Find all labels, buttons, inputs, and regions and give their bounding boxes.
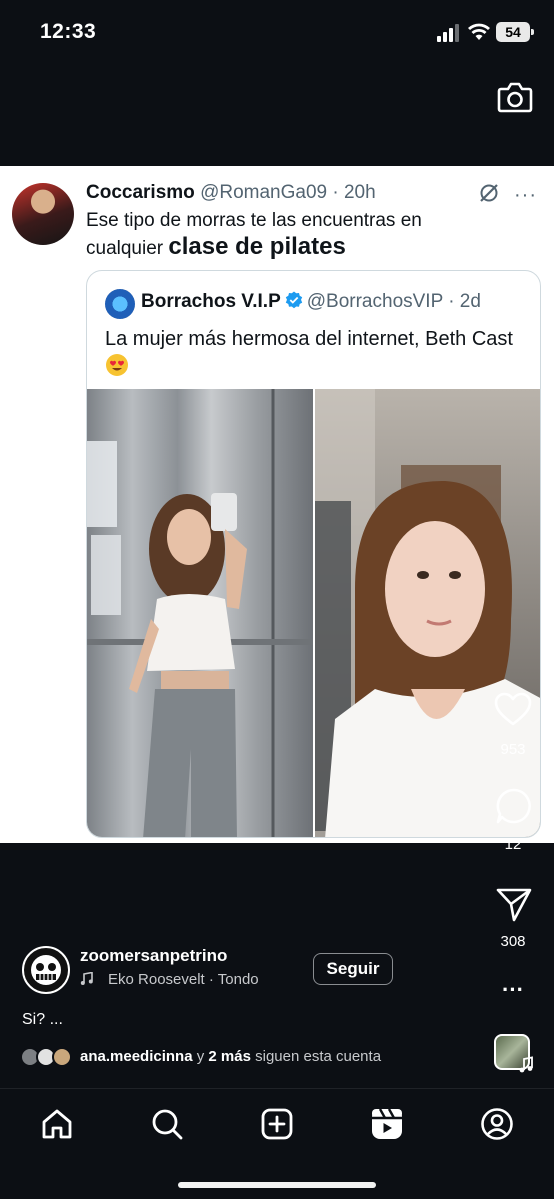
clock: 12:33: [40, 20, 97, 43]
comment-icon[interactable]: [494, 786, 534, 826]
quoted-handle-time: @BorrachosVIP · 2d: [306, 291, 481, 312]
home-icon[interactable]: [40, 1107, 74, 1141]
comment-count: 12: [504, 836, 522, 853]
tweet-header: Coccarismo @RomanGa09 · 20h: [86, 182, 376, 204]
profile-icon[interactable]: [480, 1107, 514, 1141]
mutual-followers-text[interactable]: ana.meedicinna y 2 más siguen esta cuent…: [80, 1048, 381, 1065]
mutual-avatar: [52, 1047, 72, 1067]
quoted-author-avatar: [105, 289, 135, 319]
create-icon[interactable]: [260, 1107, 294, 1141]
search-icon[interactable]: [150, 1107, 184, 1141]
audio-note-icon: [519, 1056, 533, 1073]
account-username[interactable]: zoomersanpetrino: [80, 946, 227, 966]
tweet-handle-time: @RomanGa09 · 20h: [200, 182, 376, 203]
share-icon[interactable]: [494, 884, 534, 924]
account-avatar[interactable]: [22, 946, 70, 994]
status-bar: 12:33 54: [0, 0, 554, 66]
photo-mirror-selfie: [87, 389, 313, 837]
audio-track[interactable]: Eko Roosevelt · Tondo: [80, 971, 259, 988]
home-indicator: [178, 1182, 376, 1188]
grok-icon: [480, 184, 498, 202]
reel-media[interactable]: Coccarismo @RomanGa09 · 20h ··· Ese tipo…: [0, 166, 554, 843]
audio-track-label: Eko Roosevelt · Tondo: [108, 971, 259, 988]
reels-icon[interactable]: [370, 1107, 404, 1141]
like-count: 953: [500, 741, 526, 758]
quoted-tweet-text: La mujer más hermosa del internet, Beth …: [105, 325, 525, 381]
camera-icon[interactable]: [497, 80, 533, 114]
tweet-author-avatar: [12, 183, 74, 245]
tweet-more-icon: ···: [514, 184, 537, 206]
more-options-icon[interactable]: ···: [483, 977, 543, 1003]
battery-indicator: 54: [496, 22, 534, 42]
tweet-overlay-text: clase de pilates: [168, 233, 346, 260]
quoted-tweet-photos: [87, 389, 540, 837]
music-note-icon: [80, 972, 93, 985]
heart-eyes-emoji-icon: [106, 354, 128, 376]
share-count: 308: [500, 933, 526, 950]
cellular-signal-icon: [437, 24, 459, 42]
like-heart-icon[interactable]: [493, 690, 533, 730]
tweet-display-name: Coccarismo: [86, 182, 195, 203]
tweet-text: Ese tipo de morras te las encuentras en …: [86, 210, 422, 260]
quoted-tweet-header: Borrachos V.I.P @BorrachosVIP · 2d: [141, 291, 481, 313]
photo-selfie-closeup: [315, 389, 540, 837]
wifi-icon: [468, 23, 490, 40]
quoted-display-name: Borrachos V.I.P: [141, 291, 281, 312]
reel-caption[interactable]: Si? ...: [22, 1011, 63, 1029]
verified-badge-icon: [285, 291, 302, 309]
quoted-tweet: Borrachos V.I.P @BorrachosVIP · 2d La muj…: [86, 270, 541, 838]
follow-button[interactable]: Seguir: [313, 953, 393, 985]
